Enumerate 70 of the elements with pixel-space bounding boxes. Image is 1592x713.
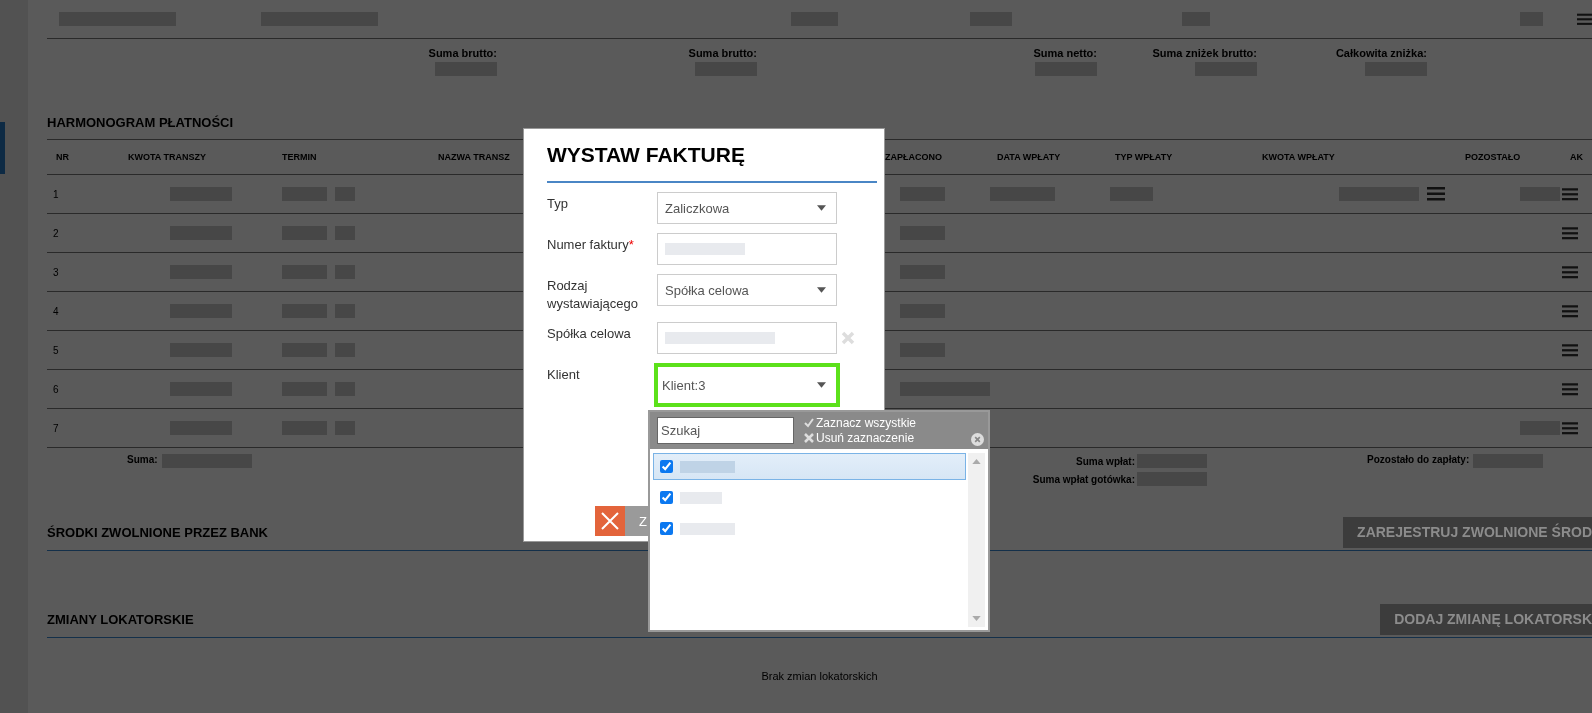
table-cell-text: 2 xyxy=(52,227,60,239)
close-button[interactable] xyxy=(595,506,625,536)
check-icon xyxy=(804,418,814,428)
caret-icon xyxy=(817,382,826,388)
column-header: AK xyxy=(1570,152,1583,162)
column-header: KWOTA TRANSZY xyxy=(128,152,206,162)
caret-icon xyxy=(817,287,826,293)
dialog-title: WYSTAW FAKTURĘ xyxy=(547,143,877,183)
sum-label: Suma: xyxy=(127,454,158,467)
column-header: NR xyxy=(56,152,69,162)
empty-message: Brak zmian lokatorskich xyxy=(760,670,879,682)
section-title: ŚRODKI ZWOLNIONE PRZEZ BANK xyxy=(47,524,268,540)
menu-icon[interactable] xyxy=(1562,187,1578,201)
total-label: Suma brutto: xyxy=(428,47,497,59)
menu-icon[interactable] xyxy=(1562,343,1578,357)
menu-icon[interactable] xyxy=(1562,304,1578,318)
column-header: KWOTA WPŁATY xyxy=(1262,152,1335,162)
scroll-down-icon[interactable] xyxy=(972,616,981,621)
field-label: Numer faktury* xyxy=(547,236,635,254)
section-title: HARMONOGRAM PŁATNOŚCI xyxy=(47,115,235,130)
table-cell-text: 7 xyxy=(52,422,60,434)
select-field[interactable]: Spółka celowa xyxy=(657,274,837,306)
total-label: Całkowita zniżka: xyxy=(1335,47,1427,59)
checkbox[interactable] xyxy=(660,522,673,535)
field-label: Klient xyxy=(547,366,581,384)
field-label: Rodzaj wystawiającego xyxy=(547,277,640,313)
clear-selection-link[interactable]: Usuń zaznaczenie xyxy=(804,431,917,445)
add-button[interactable]: DODAJ ZMIANĘ LOKATORSK xyxy=(1380,603,1592,635)
select-field[interactable]: Klient:3 xyxy=(654,363,840,407)
menu-icon[interactable] xyxy=(1427,187,1445,201)
table-cell-text: 3 xyxy=(52,266,60,278)
section-title: ZMIANY LOKATORSKIE xyxy=(47,611,194,627)
sum-label: Suma wpłat gotówka: xyxy=(1032,473,1135,485)
menu-icon[interactable] xyxy=(1577,12,1592,26)
total-label: Suma brutto: xyxy=(688,47,757,59)
checkbox[interactable] xyxy=(660,460,673,473)
field-label: Spółka celowa xyxy=(547,325,632,343)
select-field[interactable]: Zaliczkowa xyxy=(657,192,837,224)
total-label: Suma zniżek brutto: xyxy=(1152,47,1257,59)
column-header: DATA WPŁATY xyxy=(997,152,1061,162)
column-header: TERMIN xyxy=(282,152,317,162)
caret-icon xyxy=(817,205,826,211)
sum-label: Suma wpłat: xyxy=(1076,455,1135,467)
sum-label: Pozostało do zapłaty: xyxy=(1367,454,1470,467)
scroll-up-icon[interactable] xyxy=(972,459,981,464)
column-header: NAZWA TRANSZ xyxy=(438,152,510,162)
input-field[interactable] xyxy=(657,322,837,354)
field-label: Typ xyxy=(547,195,569,213)
checkbox[interactable] xyxy=(660,491,673,504)
register-button[interactable]: ZAREJESTRUJ ZWOLNIONE ŚROD xyxy=(1343,516,1592,548)
column-header: POZOSTAŁO xyxy=(1465,152,1521,162)
column-header: TYP WPŁATY xyxy=(1115,152,1173,162)
table-cell-text: 4 xyxy=(52,305,60,317)
close-icon[interactable] xyxy=(971,433,984,446)
column-header: ZAPŁACONO xyxy=(885,152,942,162)
close-icon xyxy=(601,512,619,530)
input-field[interactable] xyxy=(657,233,837,265)
total-label: Suma netto: xyxy=(1033,47,1097,59)
cross-icon xyxy=(804,433,814,443)
search-field[interactable]: Szukaj xyxy=(657,417,794,444)
scrollbar[interactable] xyxy=(968,453,985,627)
select-all-link[interactable]: Zaznacz wszystkie xyxy=(804,416,917,430)
menu-icon[interactable] xyxy=(1562,382,1578,396)
menu-icon[interactable] xyxy=(1562,226,1578,240)
table-cell-text: 5 xyxy=(52,344,60,356)
menu-icon[interactable] xyxy=(1562,265,1578,279)
menu-icon[interactable] xyxy=(1562,421,1578,435)
table-cell-text: 1 xyxy=(52,188,60,200)
sidebar-marker xyxy=(0,122,5,174)
table-cell-text: 6 xyxy=(52,383,60,395)
